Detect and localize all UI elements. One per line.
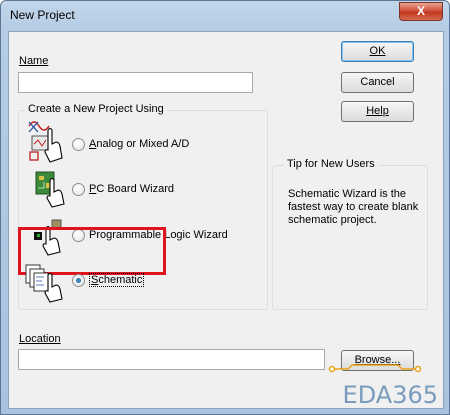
pcb-label: PC Board Wizard [89, 183, 174, 195]
watermark: EDA365 [342, 381, 438, 409]
analog-radio[interactable] [72, 138, 85, 151]
tip-group [272, 165, 428, 310]
ok-button[interactable]: OK [341, 41, 414, 62]
pcb-board-icon [34, 170, 70, 208]
title-bar[interactable]: New Project X [1, 1, 449, 31]
schematic-radio[interactable] [72, 274, 85, 287]
schematic-label: Schematic [89, 273, 145, 287]
location-input[interactable] [18, 349, 325, 370]
pcb-radio[interactable] [72, 183, 85, 196]
schematic-icon [24, 263, 68, 303]
analog-label: Analog or Mixed A/D [89, 138, 190, 150]
tip-text: Schematic Wizard is the fastest way to c… [288, 188, 419, 226]
name-label: Name [19, 55, 49, 67]
circuit-trace-decoration [328, 364, 422, 373]
analog-simulation-icon [26, 118, 70, 166]
cancel-button[interactable]: Cancel [341, 72, 414, 93]
close-icon: X [416, 4, 425, 18]
window-title: New Project [10, 8, 75, 22]
help-button[interactable]: Help [341, 101, 414, 122]
close-button[interactable]: X [399, 2, 443, 21]
location-label: Location [19, 333, 61, 345]
create-project-group-title: Create a New Project Using [25, 103, 167, 115]
tip-group-title: Tip for New Users [284, 158, 378, 170]
name-input[interactable] [18, 72, 253, 93]
